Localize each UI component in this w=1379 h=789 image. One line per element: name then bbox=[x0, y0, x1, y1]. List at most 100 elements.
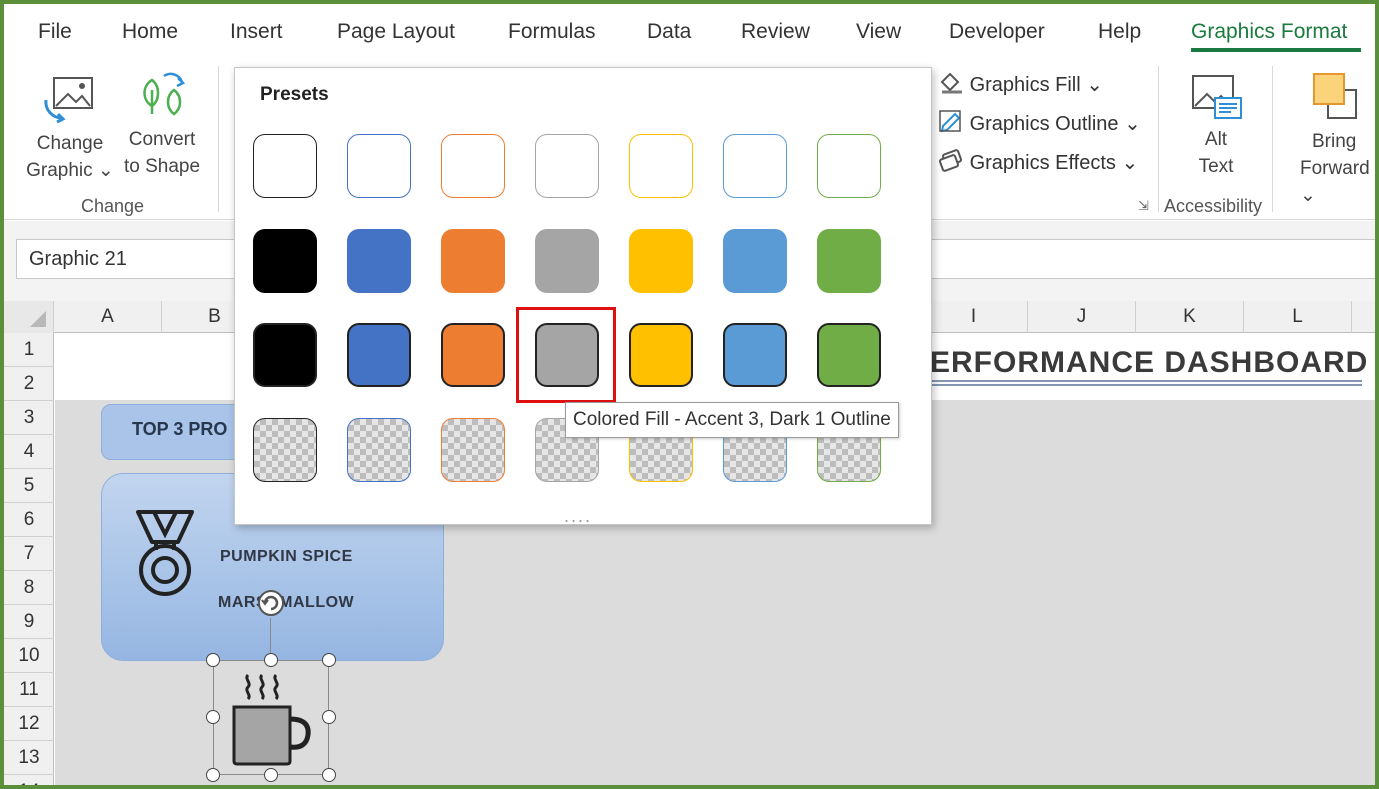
preset-colored-fill-dark-outline-1[interactable] bbox=[347, 323, 411, 387]
tab-graphics-format[interactable]: Graphics Format bbox=[1191, 20, 1347, 44]
tab-data[interactable]: Data bbox=[647, 20, 691, 44]
row-header-8[interactable]: 8 bbox=[4, 571, 54, 605]
dialog-launcher-icon[interactable]: ⇲ bbox=[1138, 198, 1149, 214]
preset-fill-accent-0[interactable] bbox=[253, 229, 317, 293]
resize-handle-nw[interactable] bbox=[206, 653, 220, 667]
preset-outline-accent-1[interactable] bbox=[347, 134, 411, 198]
bring-forward-icon bbox=[1313, 73, 1357, 119]
preset-outline-accent-0[interactable] bbox=[253, 134, 317, 198]
row-header-12[interactable]: 12 bbox=[4, 707, 54, 741]
bring-forward-button[interactable]: Bring Forward ⌄ bbox=[1300, 66, 1375, 206]
tab-formulas[interactable]: Formulas bbox=[508, 20, 596, 44]
preset-outline-accent-5[interactable] bbox=[723, 134, 787, 198]
row-headers: 1 2 3 4 5 6 7 8 9 10 11 12 13 14 bbox=[4, 333, 54, 785]
tab-home[interactable]: Home bbox=[122, 20, 178, 44]
row-header-13[interactable]: 13 bbox=[4, 741, 54, 775]
preset-fill-accent-1[interactable] bbox=[347, 229, 411, 293]
graphics-effects-button[interactable]: Graphics Effects ⌄ bbox=[938, 148, 1138, 178]
pencil-icon bbox=[938, 109, 964, 139]
column-header-k[interactable]: K bbox=[1136, 301, 1244, 333]
row-header-3[interactable]: 3 bbox=[4, 401, 54, 435]
preset-outline-accent-4[interactable] bbox=[629, 134, 693, 198]
convert-to-shape-button[interactable]: Convert to Shape bbox=[120, 66, 204, 186]
tab-insert[interactable]: Insert bbox=[230, 20, 283, 44]
preset-colored-fill-dark-outline-5[interactable] bbox=[723, 323, 787, 387]
row-header-9[interactable]: 9 bbox=[4, 605, 54, 639]
preset-fill-accent-2[interactable] bbox=[441, 229, 505, 293]
bring-forward-label-2: Forward ⌄ bbox=[1300, 158, 1370, 206]
row-header-7[interactable]: 7 bbox=[4, 537, 54, 571]
coffee-mug-icon bbox=[232, 673, 311, 766]
presets-title: Presets bbox=[260, 84, 329, 105]
resize-handle-n[interactable] bbox=[264, 653, 278, 667]
chevron-down-icon: ⌄ bbox=[1086, 74, 1104, 96]
change-graphic-button[interactable]: Change Graphic ⌄ bbox=[22, 66, 118, 186]
preset-transparent-accent-2[interactable] bbox=[441, 418, 505, 482]
preset-fill-accent-4[interactable] bbox=[629, 229, 693, 293]
paint-bucket-icon bbox=[938, 70, 964, 100]
presets-gallery: Presets .... bbox=[234, 67, 932, 527]
alt-text-label-1: Alt bbox=[1204, 129, 1228, 150]
preset-colored-fill-dark-outline-6[interactable] bbox=[817, 323, 881, 387]
resize-handle-s[interactable] bbox=[264, 768, 278, 782]
row-header-11[interactable]: 11 bbox=[4, 673, 54, 707]
resize-handle-sw[interactable] bbox=[206, 768, 220, 782]
column-header-a[interactable]: A bbox=[54, 301, 162, 333]
select-all-button[interactable] bbox=[4, 301, 54, 333]
preset-outline-accent-6[interactable] bbox=[817, 134, 881, 198]
graphics-effects-label: Graphics Effects bbox=[969, 152, 1116, 174]
accessibility-group-label: Accessibility bbox=[1164, 196, 1263, 216]
title-underline bbox=[930, 380, 1362, 386]
preset-outline-accent-2[interactable] bbox=[441, 134, 505, 198]
preset-tooltip: Colored Fill - Accent 3, Dark 1 Outline bbox=[565, 402, 899, 438]
column-header-j[interactable]: J bbox=[1028, 301, 1136, 333]
preset-transparent-accent-1[interactable] bbox=[347, 418, 411, 482]
row-header-2[interactable]: 2 bbox=[4, 367, 54, 401]
graphics-outline-button[interactable]: Graphics Outline ⌄ bbox=[938, 109, 1141, 139]
preset-transparent-accent-0[interactable] bbox=[253, 418, 317, 482]
change-group-label: Change bbox=[81, 196, 145, 216]
rotate-handle-icon[interactable] bbox=[257, 589, 285, 617]
effects-icon bbox=[938, 148, 964, 178]
tab-review[interactable]: Review bbox=[741, 20, 810, 44]
resize-handle-w[interactable] bbox=[206, 710, 220, 724]
column-header-i[interactable]: I bbox=[920, 301, 1028, 333]
highlight-box bbox=[516, 307, 616, 403]
row-header-5[interactable]: 5 bbox=[4, 469, 54, 503]
preset-fill-accent-6[interactable] bbox=[817, 229, 881, 293]
column-header-l[interactable]: L bbox=[1244, 301, 1352, 333]
preset-fill-accent-5[interactable] bbox=[723, 229, 787, 293]
graphics-outline-label: Graphics Outline bbox=[969, 113, 1119, 135]
ribbon-tabs: File Home Insert Page Layout Formulas Da… bbox=[4, 4, 1375, 60]
convert-label-2: to Shape bbox=[123, 156, 201, 177]
product-2-label: MARSHMALLOW bbox=[218, 594, 355, 611]
resize-handle-ne[interactable] bbox=[322, 653, 336, 667]
gallery-resize-grip[interactable]: .... bbox=[564, 506, 592, 527]
preset-outline-accent-3[interactable] bbox=[535, 134, 599, 198]
tab-view[interactable]: View bbox=[856, 20, 901, 44]
row-header-4[interactable]: 4 bbox=[4, 435, 54, 469]
row-header-14[interactable]: 14 bbox=[4, 775, 54, 785]
resize-handle-se[interactable] bbox=[322, 768, 336, 782]
tab-developer[interactable]: Developer bbox=[949, 20, 1045, 44]
group-separator bbox=[1272, 66, 1273, 212]
alt-text-button[interactable]: Alt Text bbox=[1174, 66, 1258, 186]
formula-bar[interactable] bbox=[924, 239, 1375, 279]
preset-colored-fill-dark-outline-2[interactable] bbox=[441, 323, 505, 387]
preset-colored-fill-dark-outline-4[interactable] bbox=[629, 323, 693, 387]
row-header-10[interactable]: 10 bbox=[4, 639, 54, 673]
tab-page-layout[interactable]: Page Layout bbox=[337, 20, 455, 44]
selected-graphic-frame[interactable] bbox=[213, 660, 329, 775]
graphics-fill-button[interactable]: Graphics Fill ⌄ bbox=[938, 70, 1103, 100]
tab-help[interactable]: Help bbox=[1098, 20, 1141, 44]
resize-handle-e[interactable] bbox=[322, 710, 336, 724]
dashboard-title: ERFORMANCE DASHBOARD bbox=[930, 346, 1369, 379]
tab-file[interactable]: File bbox=[38, 20, 72, 44]
preset-colored-fill-dark-outline-0[interactable] bbox=[253, 323, 317, 387]
row-header-6[interactable]: 6 bbox=[4, 503, 54, 537]
group-separator bbox=[218, 66, 219, 212]
preset-fill-accent-3[interactable] bbox=[535, 229, 599, 293]
row-header-1[interactable]: 1 bbox=[4, 333, 54, 367]
chevron-down-icon: ⌄ bbox=[1124, 113, 1141, 135]
medal-icon bbox=[136, 510, 194, 596]
